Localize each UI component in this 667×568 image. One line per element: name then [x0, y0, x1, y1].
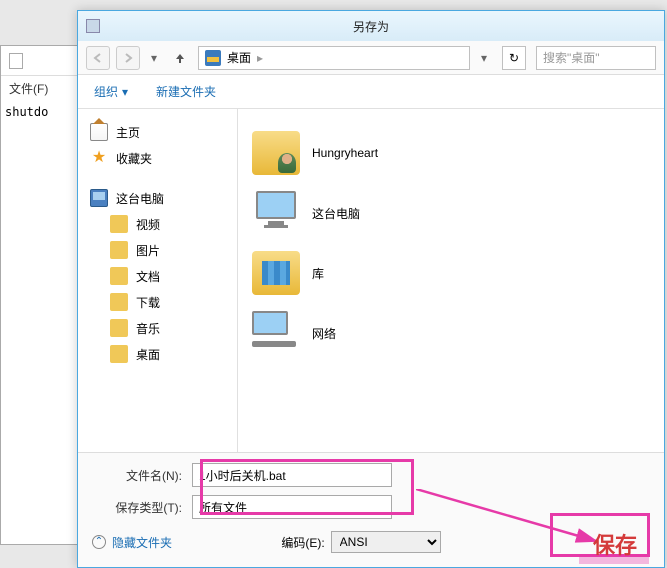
computer-icon [90, 189, 108, 207]
file-item-libraries[interactable]: 库 [248, 243, 654, 303]
file-label: 这台电脑 [312, 205, 360, 222]
sidebar-item-desktop[interactable]: 桌面 [82, 341, 233, 367]
nav-forward-button[interactable] [116, 46, 140, 70]
sidebar-item-home[interactable]: 主页 [82, 119, 233, 145]
chevron-up-icon: ⌃ [92, 535, 106, 549]
search-input[interactable]: 搜索"桌面" [536, 46, 656, 70]
folder-icon [110, 215, 128, 233]
notepad-content: shutdo [1, 101, 79, 123]
notepad-doc-icon [9, 53, 23, 69]
location-text: 桌面 [227, 49, 251, 66]
folder-icon [110, 241, 128, 259]
titlebar: 另存为 [78, 11, 664, 41]
toolbar: 组织 ▾ 新建文件夹 [78, 75, 664, 109]
file-label: Hungryheart [312, 146, 378, 160]
sidebar-label: 主页 [116, 124, 140, 141]
sidebar-label: 图片 [136, 242, 160, 259]
file-item-network[interactable]: 网络 [248, 303, 654, 363]
filename-label: 文件名(N): [92, 467, 192, 484]
sidebar-item-thispc[interactable]: 这台电脑 [82, 185, 233, 211]
background-notepad: 文件(F) shutdo [0, 45, 80, 545]
dialog-title: 另存为 [353, 18, 389, 35]
folder-icon [110, 267, 128, 285]
file-list-pane[interactable]: Hungryheart 这台电脑 库 网络 [238, 109, 664, 452]
sidebar-label: 这台电脑 [116, 190, 164, 207]
organize-menu[interactable]: 组织 ▾ [94, 83, 128, 100]
organize-label: 组织 [94, 83, 118, 100]
sidebar: 主页 ★ 收藏夹 这台电脑 视频 图片 [78, 109, 238, 452]
folder-icon [110, 319, 128, 337]
navigation-bar: ▾ 桌面 ▸ ▾ ↻ 搜索"桌面" [78, 41, 664, 75]
folder-icon [110, 345, 128, 363]
sidebar-item-music[interactable]: 音乐 [82, 315, 233, 341]
sidebar-label: 下载 [136, 294, 160, 311]
file-item-thispc[interactable]: 这台电脑 [248, 183, 654, 243]
nav-up-button[interactable] [168, 46, 192, 70]
save-as-dialog: 另存为 ▾ 桌面 ▸ ▾ ↻ 搜索"桌面" 组织 ▾ 新建文件夹 [77, 10, 665, 568]
chevron-down-icon: ▾ [122, 85, 128, 99]
sidebar-item-favorites[interactable]: ★ 收藏夹 [82, 145, 233, 171]
sidebar-item-videos[interactable]: 视频 [82, 211, 233, 237]
network-icon [252, 311, 300, 355]
encoding-select[interactable]: ANSI [331, 531, 441, 553]
sidebar-label: 视频 [136, 216, 160, 233]
sidebar-label: 桌面 [136, 346, 160, 363]
hide-folders-toggle[interactable]: ⌃ 隐藏文件夹 [92, 534, 172, 551]
sidebar-item-documents[interactable]: 文档 [82, 263, 233, 289]
file-label: 库 [312, 265, 324, 282]
address-bar[interactable]: 桌面 ▸ [198, 46, 470, 70]
nav-history-dropdown[interactable]: ▾ [146, 46, 162, 70]
folder-icon [110, 293, 128, 311]
nav-back-button[interactable] [86, 46, 110, 70]
notepad-menu-file: 文件(F) [1, 76, 79, 101]
computer-icon [252, 191, 300, 235]
star-icon: ★ [90, 149, 108, 167]
bottom-panel: 文件名(N): 保存类型(T): ⌃ 隐藏文件夹 编码(E): ANSI [78, 452, 664, 567]
address-dropdown[interactable]: ▾ [476, 46, 492, 70]
dialog-icon [86, 19, 100, 33]
filename-input[interactable] [192, 463, 392, 487]
sidebar-item-downloads[interactable]: 下载 [82, 289, 233, 315]
sidebar-item-pictures[interactable]: 图片 [82, 237, 233, 263]
encoding-label: 编码(E): [281, 534, 324, 551]
library-icon [252, 251, 300, 295]
filetype-input[interactable] [192, 495, 392, 519]
file-label: 网络 [312, 325, 336, 342]
desktop-location-icon [205, 50, 221, 66]
refresh-button[interactable]: ↻ [502, 46, 526, 70]
sidebar-label: 收藏夹 [116, 150, 152, 167]
user-folder-icon [252, 131, 300, 175]
file-item-user[interactable]: Hungryheart [248, 123, 654, 183]
sidebar-label: 音乐 [136, 320, 160, 337]
home-icon [90, 123, 108, 141]
sidebar-label: 文档 [136, 268, 160, 285]
location-separator-icon: ▸ [257, 51, 263, 65]
new-folder-button[interactable]: 新建文件夹 [156, 83, 216, 100]
filetype-label: 保存类型(T): [92, 499, 192, 516]
hide-folders-label: 隐藏文件夹 [112, 534, 172, 551]
